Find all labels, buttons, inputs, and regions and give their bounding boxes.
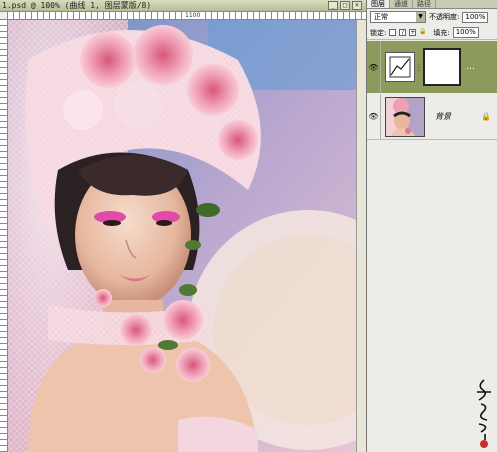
document-window: 1.psd @ 100% (曲线 1, 图层蒙版/8) _ □ × 1100: [0, 0, 366, 452]
tab-channels[interactable]: 通道: [390, 0, 413, 8]
panel-tabs: 图层 通道 路径: [367, 0, 497, 9]
curves-icon: [385, 52, 415, 82]
lock-label: 锁定:: [370, 28, 387, 37]
ruler-origin[interactable]: [0, 12, 8, 20]
blend-mode-value: 正常: [374, 13, 388, 21]
minimize-button[interactable]: _: [328, 1, 338, 10]
more-icon: …: [466, 62, 475, 72]
tab-paths[interactable]: 路径: [413, 0, 436, 8]
window-controls: _ □ ×: [328, 1, 362, 11]
lock-row: 锁定: / + 🔒 填充: 100%: [367, 26, 497, 40]
vertical-scrollbar[interactable]: [356, 20, 366, 452]
canvas-image[interactable]: [8, 20, 356, 452]
layer-row-background[interactable]: 👁 背景 🔒: [367, 94, 497, 140]
lock-all-icon[interactable]: 🔒: [419, 29, 426, 36]
tab-layers[interactable]: 图层: [367, 0, 390, 8]
layer-mask-thumbnail[interactable]: [423, 48, 461, 86]
lock-transparency-icon[interactable]: [389, 29, 397, 36]
visibility-eye-icon[interactable]: 👁: [367, 41, 381, 93]
chevron-down-icon: ▼: [416, 12, 425, 22]
fill-input[interactable]: 100%: [452, 27, 479, 38]
document-title-bar[interactable]: 1.psd @ 100% (曲线 1, 图层蒙版/8) _ □ ×: [0, 0, 366, 12]
document-title: 1.psd @ 100% (曲线 1, 图层蒙版/8): [2, 1, 152, 10]
blend-options-row: 正常 ▼ 不透明度: 100%: [367, 9, 497, 25]
lock-pixels-icon[interactable]: /: [399, 29, 407, 36]
signature-watermark: [477, 379, 491, 448]
lock-icon: 🔒: [481, 112, 491, 121]
blend-mode-select[interactable]: 正常 ▼: [370, 11, 426, 23]
opacity-input[interactable]: 100%: [462, 11, 489, 23]
link-icon[interactable]: ⋮: [415, 63, 423, 72]
close-button[interactable]: ×: [352, 1, 362, 10]
fill-label: 填充:: [433, 28, 450, 37]
layer-name: 背景: [435, 112, 451, 121]
maximize-button[interactable]: □: [340, 1, 350, 10]
layer-thumbnail: [385, 96, 425, 137]
ruler-vertical[interactable]: [0, 20, 8, 452]
lock-position-icon[interactable]: +: [409, 29, 417, 36]
layer-row-curves[interactable]: 👁 ⋮ …: [367, 41, 497, 93]
opacity-label: 不透明度:: [429, 13, 460, 21]
ruler-horizontal[interactable]: 1100: [8, 12, 366, 20]
visibility-eye-icon[interactable]: 👁: [367, 94, 381, 139]
ruler-tick-label: 1100: [184, 12, 202, 19]
portrait-photo: [8, 20, 356, 452]
